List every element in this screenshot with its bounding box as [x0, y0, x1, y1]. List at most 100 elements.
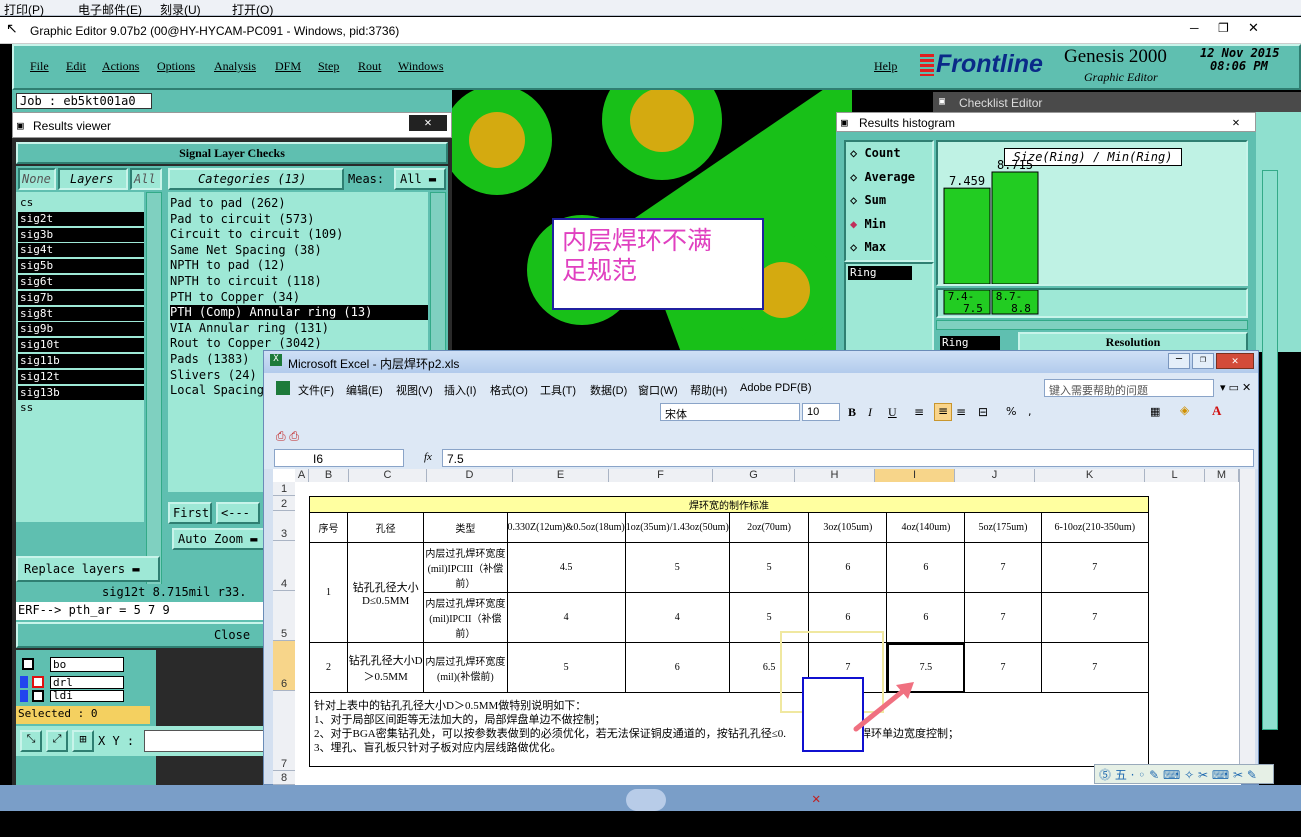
taskbar-button[interactable] — [626, 789, 666, 811]
layer-item[interactable]: sig11b — [18, 354, 144, 368]
minimize-button[interactable]: ─ — [1190, 21, 1199, 35]
cell[interactable]: 4 — [506, 592, 626, 643]
zoom-area-icon[interactable]: ⤢ — [46, 730, 68, 752]
restore-button[interactable]: ❐ — [1192, 353, 1214, 369]
excel-menu-item[interactable]: 视图(V) — [396, 382, 433, 398]
cell[interactable]: 7 — [1040, 642, 1150, 693]
column-header[interactable]: J — [955, 469, 1035, 482]
resolution-button[interactable]: Resolution — [1018, 332, 1248, 352]
first-button[interactable]: First — [168, 502, 212, 524]
menu-edit[interactable]: Edit — [66, 59, 86, 74]
bold-icon[interactable]: B — [848, 405, 856, 420]
align-right-icon[interactable]: ≡ — [956, 405, 966, 419]
font-color-icon[interactable]: A — [1212, 403, 1221, 419]
column-header[interactable]: G — [713, 469, 795, 482]
column-header[interactable]: K — [1035, 469, 1145, 482]
row-header[interactable]: 7 — [273, 691, 295, 771]
menu-analysis[interactable]: Analysis — [214, 59, 256, 74]
layer-item[interactable]: sig13b — [18, 385, 144, 400]
merge-icon[interactable]: ⊟ — [978, 405, 988, 419]
percent-icon[interactable]: % — [1006, 405, 1016, 418]
cell[interactable]: 7 — [1040, 592, 1150, 643]
cell[interactable]: 4 — [624, 592, 730, 643]
close-window-button[interactable]: ✕ — [1248, 20, 1259, 36]
cell[interactable]: 6 — [886, 542, 966, 593]
layer-drl[interactable]: drl — [50, 676, 124, 689]
font-size-select[interactable]: 10 — [802, 403, 840, 421]
row-header[interactable]: 4 — [273, 541, 295, 591]
replace-layers-button[interactable]: Replace layers ▬ — [16, 556, 160, 582]
layer-item[interactable]: sig6t — [18, 275, 144, 289]
xy-input[interactable] — [144, 730, 274, 752]
column-header[interactable]: F — [609, 469, 713, 482]
zoom-fit-icon[interactable]: ⤡ — [20, 730, 42, 752]
histogram-scrollbar[interactable] — [936, 320, 1248, 330]
column-header[interactable]: L — [1145, 469, 1205, 482]
menu-windows[interactable]: Windows — [398, 59, 444, 74]
fill-color-icon[interactable]: ◈ — [1180, 403, 1189, 417]
category-item[interactable]: Circuit to circuit (109) — [170, 227, 428, 242]
cell[interactable]: 7 — [964, 542, 1042, 593]
category-item[interactable]: PTH to Copper (34) — [170, 290, 428, 305]
grid-icon[interactable]: ⊞ — [72, 730, 94, 752]
layer-item[interactable]: sig3b — [18, 227, 144, 242]
layer-bo[interactable]: bo — [50, 657, 124, 672]
excel-menu-item[interactable]: 插入(I) — [444, 382, 476, 398]
layer-item[interactable]: sig8t — [18, 306, 144, 321]
layer-ldi[interactable]: ldi — [50, 690, 124, 702]
close-icon[interactable]: ✕ — [1223, 115, 1249, 129]
checkbox-icon[interactable] — [32, 690, 44, 702]
stat-option[interactable]: ◇ Count — [850, 146, 901, 160]
layer-item[interactable]: sig7b — [18, 290, 144, 305]
open-menu[interactable]: 打开(O) — [232, 1, 273, 18]
burn-menu[interactable]: 刻录(U) — [160, 1, 201, 18]
menu-actions[interactable]: Actions — [102, 59, 139, 74]
excel-menu-item[interactable]: 数据(D) — [590, 382, 627, 398]
excel-menu-item[interactable]: Adobe PDF(B) — [740, 382, 812, 394]
auto-zoom-button[interactable]: Auto Zoom ▬ — [172, 528, 268, 550]
cell[interactable]: 5 — [506, 642, 626, 693]
layer-item[interactable]: sig5b — [18, 259, 144, 274]
close-icon[interactable]: ✕ — [812, 791, 820, 807]
cell[interactable]: 6 — [886, 592, 966, 643]
pcb-canvas[interactable]: 内层焊环不满 足规范 — [452, 90, 852, 355]
font-select[interactable]: 宋体 — [660, 403, 800, 421]
help-search-input[interactable]: 键入需要帮助的问题 — [1044, 379, 1214, 397]
menu-file[interactable]: File — [30, 59, 49, 74]
histogram-bar[interactable] — [943, 187, 991, 284]
formula-bar[interactable]: 7.5 — [442, 449, 1254, 467]
column-header[interactable]: A — [295, 469, 309, 482]
doc-window-controls[interactable]: ▾ ▭ ✕ — [1220, 381, 1251, 394]
layer-item[interactable]: sig4t — [18, 243, 144, 258]
prev-button[interactable]: <--- — [216, 502, 260, 524]
pdf-icon[interactable]: ⎙ ⎙ — [276, 429, 299, 444]
layer-item[interactable]: sig10t — [18, 338, 144, 353]
menu-dfm[interactable]: DFM — [275, 59, 301, 74]
all-button[interactable]: All — [130, 168, 162, 190]
row-header[interactable]: 8 — [273, 771, 295, 785]
checkbox-icon[interactable] — [22, 658, 34, 670]
category-item[interactable]: VIA Annular ring (131) — [170, 321, 428, 336]
print-menu[interactable]: 打印(P) — [4, 1, 44, 18]
meas-select[interactable]: All ▬ — [394, 168, 446, 190]
cell[interactable]: 5 — [728, 542, 810, 593]
none-button[interactable]: None — [18, 168, 56, 190]
underline-icon[interactable]: U — [888, 405, 897, 420]
cell[interactable]: 5 — [624, 542, 730, 593]
menu-rout[interactable]: Rout — [358, 59, 381, 74]
excel-menu-item[interactable]: 工具(T) — [540, 382, 576, 398]
category-item[interactable]: Pad to pad (262) — [170, 196, 428, 211]
category-item[interactable]: NPTH to circuit (118) — [170, 274, 428, 289]
category-item[interactable]: Same Net Spacing (38) — [170, 243, 428, 258]
column-header[interactable]: H — [795, 469, 875, 482]
ime-toolbar[interactable]: ⓹ 五 · ◦ ✎ ⌨ ✧ ✂ ⌨ ✂ ✎ — [1094, 764, 1274, 784]
stat-option[interactable]: ◇ Sum — [850, 193, 886, 207]
checklist-scrollbar[interactable] — [1262, 170, 1278, 730]
column-header[interactable]: C — [349, 469, 427, 482]
layer-item[interactable]: sig2t — [18, 211, 144, 226]
cell[interactable]: 7 — [964, 592, 1042, 643]
close-button[interactable]: ✕ — [1216, 353, 1254, 369]
borders-icon[interactable]: ▦ — [1150, 405, 1160, 418]
menu-help[interactable]: Help — [874, 59, 897, 74]
excel-menu-item[interactable]: 帮助(H) — [690, 382, 727, 398]
